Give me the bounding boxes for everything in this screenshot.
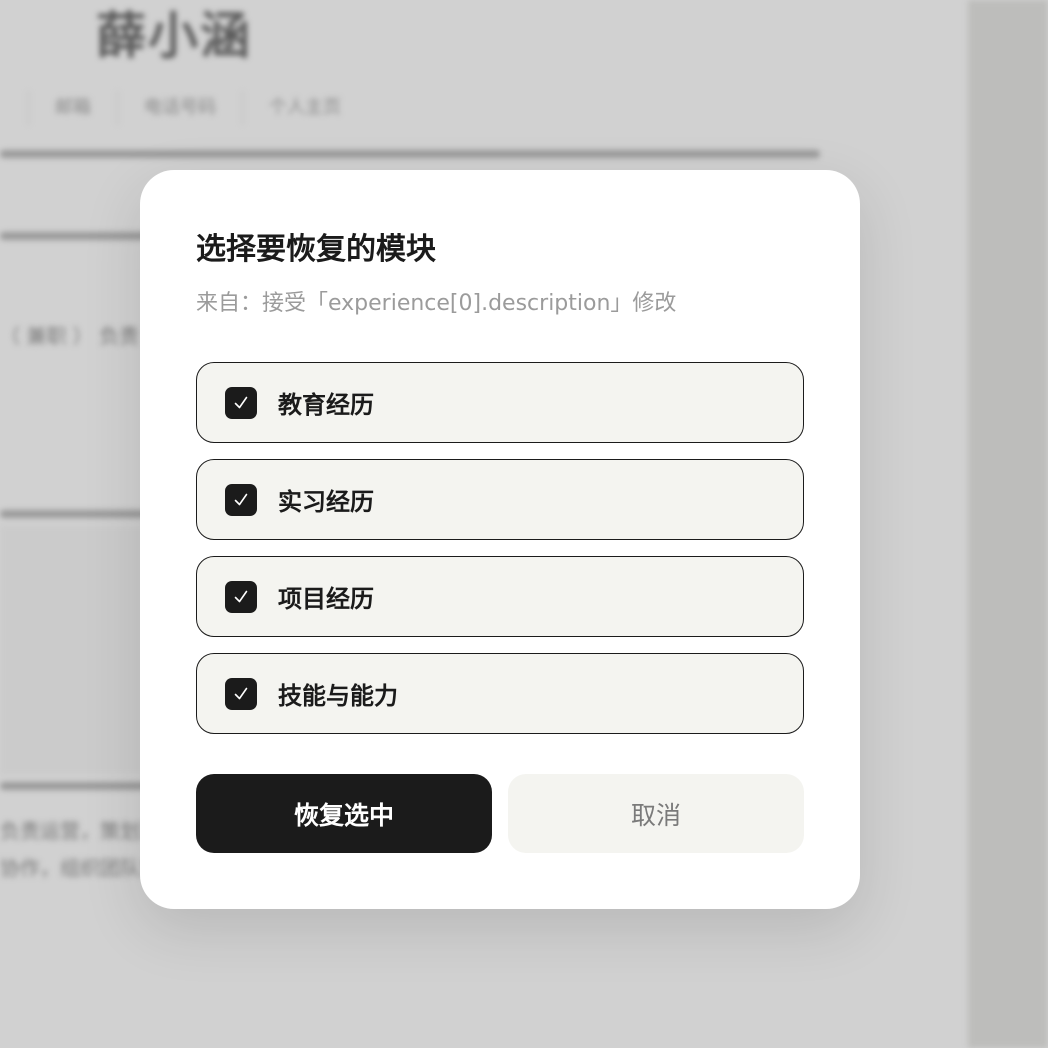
background-text-line: 协作，组织团队完 xyxy=(0,856,160,880)
module-option-label: 教育经历 xyxy=(278,391,374,419)
background-divider xyxy=(0,150,820,158)
background-divider xyxy=(0,782,150,790)
dialog-title: 选择要恢复的模块 xyxy=(196,232,436,267)
background-divider xyxy=(0,232,150,240)
background-contact-item: 邮箱 xyxy=(28,91,117,125)
restore-modules-dialog: 选择要恢复的模块 来自：接受「experience[0].description… xyxy=(140,170,860,909)
module-option-label: 实习经历 xyxy=(278,488,374,516)
module-option-projects[interactable]: 项目经历 xyxy=(196,556,804,637)
dialog-subtitle: 来自：接受「experience[0].description」修改 xyxy=(196,291,677,316)
checkbox-checked-icon[interactable] xyxy=(225,677,257,710)
checkbox-checked-icon[interactable] xyxy=(225,580,257,613)
background-side-panel xyxy=(968,0,1048,1048)
module-option-label: 项目经历 xyxy=(278,585,374,613)
background-divider xyxy=(0,510,150,518)
background-contact-item xyxy=(0,91,28,125)
background-resume-name: 薛小涵 xyxy=(96,7,252,65)
background-text-line: （ 兼职 ） 负责 xyxy=(0,324,140,348)
cancel-button[interactable]: 取消 xyxy=(508,774,804,853)
module-option-list: 教育经历 实习经历 项目经历 技能与能力 xyxy=(196,362,804,750)
checkbox-checked-icon[interactable] xyxy=(225,483,257,516)
module-option-internship[interactable]: 实习经历 xyxy=(196,459,804,540)
checkbox-checked-icon[interactable] xyxy=(225,386,257,419)
background-contact-row: 邮箱 电话号码 个人主页 xyxy=(0,90,367,126)
background-card xyxy=(0,525,150,775)
module-option-skills[interactable]: 技能与能力 xyxy=(196,653,804,734)
module-option-education[interactable]: 教育经历 xyxy=(196,362,804,443)
restore-selected-button[interactable]: 恢复选中 xyxy=(196,774,492,853)
background-contact-item: 个人主页 xyxy=(242,91,367,125)
background-contact-item: 电话号码 xyxy=(117,91,242,125)
module-option-label: 技能与能力 xyxy=(278,682,398,710)
